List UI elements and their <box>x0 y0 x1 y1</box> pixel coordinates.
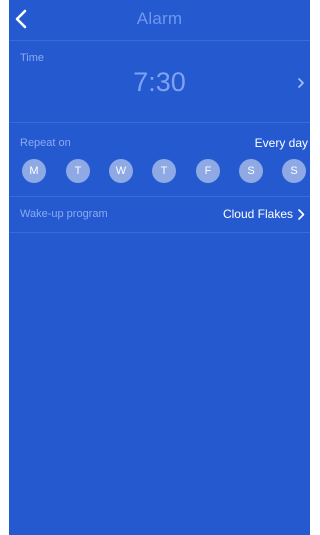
time-label: Time <box>20 52 45 64</box>
repeat-label: Repeat on <box>20 137 71 149</box>
day-toggle-tuesday[interactable]: T <box>66 159 90 183</box>
repeat-value[interactable]: Every day <box>255 136 308 150</box>
divider <box>9 122 310 123</box>
divider <box>9 232 310 233</box>
day-toggle-thursday[interactable]: T <box>152 159 176 183</box>
day-toggle-sunday[interactable]: S <box>282 159 306 183</box>
weekday-selector: M T W T F S S <box>9 159 310 185</box>
day-toggle-friday[interactable]: F <box>196 159 220 183</box>
chevron-right-icon[interactable] <box>297 208 306 221</box>
divider <box>9 40 310 41</box>
day-toggle-saturday[interactable]: S <box>239 159 263 183</box>
day-toggle-monday[interactable]: M <box>22 159 46 183</box>
time-value[interactable]: 7:30 <box>9 67 310 98</box>
wakeup-program-label: Wake-up program <box>20 208 108 220</box>
alarm-screen: Alarm Time 7:30 Repeat on Every day M T … <box>9 0 310 535</box>
divider <box>9 196 310 197</box>
page-title: Alarm <box>136 9 183 28</box>
wakeup-program-value[interactable]: Cloud Flakes <box>223 207 293 221</box>
chevron-right-icon[interactable] <box>296 76 306 90</box>
header-bar: Alarm <box>9 0 310 40</box>
day-toggle-wednesday[interactable]: W <box>109 159 133 183</box>
